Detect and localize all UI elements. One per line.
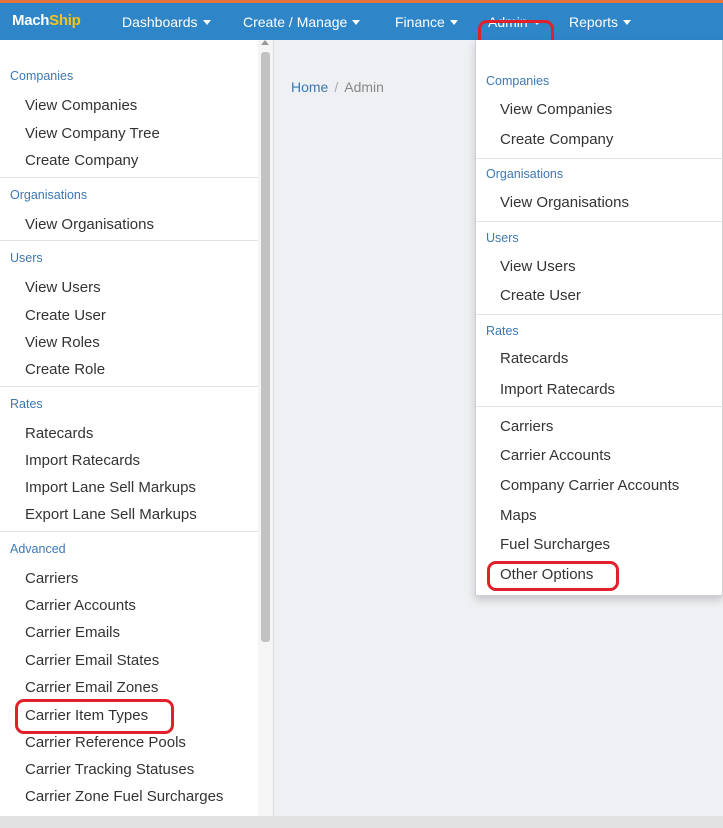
dropdown-divider — [476, 221, 723, 222]
caret-down-icon — [202, 20, 211, 25]
nav-create-manage-label: Create / Manage — [243, 14, 348, 30]
sidebar-item-carrier-emails[interactable]: Carrier Emails — [0, 624, 120, 641]
sidebar-heading-companies: Companies — [10, 69, 74, 83]
highlight-ring-carrier-item-types — [15, 699, 174, 734]
dropdown-heading-users: Users — [486, 231, 519, 245]
sidebar-divider — [0, 177, 258, 178]
dropdown-item-import-ratecards[interactable]: Import Ratecards — [500, 381, 615, 398]
sidebar-item-view-companies[interactable]: View Companies — [0, 97, 137, 114]
dropdown-divider — [476, 406, 723, 407]
sidebar-item-view-users[interactable]: View Users — [0, 279, 101, 296]
sidebar-item-carrier-email-zones[interactable]: Carrier Email Zones — [0, 679, 158, 696]
scroll-up-arrow-icon[interactable] — [261, 40, 269, 45]
sidebar-item-view-organisations[interactable]: View Organisations — [0, 216, 154, 233]
sidebar-divider — [0, 386, 258, 387]
sidebar-heading-advanced: Advanced — [10, 542, 66, 556]
sidebar-scrollbar-thumb[interactable] — [261, 52, 270, 642]
brand-logo-part1: Mach — [12, 12, 50, 29]
dropdown-item-carrier-accounts[interactable]: Carrier Accounts — [500, 447, 611, 464]
sidebar-divider — [0, 240, 258, 241]
breadcrumb-separator: / — [334, 79, 339, 95]
nav-create-manage[interactable]: Create / Manage — [243, 14, 361, 30]
dropdown-divider — [476, 158, 723, 159]
highlight-ring-other-options — [487, 561, 619, 591]
sidebar-divider — [0, 531, 258, 532]
sidebar-item-create-company[interactable]: Create Company — [0, 152, 138, 169]
breadcrumb: Home / Admin — [291, 79, 384, 95]
dropdown-heading-rates: Rates — [486, 324, 519, 338]
dropdown-item-create-user[interactable]: Create User — [500, 287, 581, 304]
caret-down-icon — [352, 20, 361, 25]
nav-finance[interactable]: Finance — [395, 14, 458, 30]
nav-dashboards-label: Dashboards — [122, 14, 198, 30]
caret-down-icon — [623, 20, 632, 25]
sidebar-item-carriers[interactable]: Carriers — [0, 570, 78, 587]
nav-finance-label: Finance — [395, 14, 445, 30]
sidebar-item-view-company-tree[interactable]: View Company Tree — [0, 125, 160, 142]
sidebar-item-carrier-accounts[interactable]: Carrier Accounts — [0, 597, 136, 614]
sidebar-heading-users: Users — [10, 251, 43, 265]
dropdown-item-company-carrier-accounts[interactable]: Company Carrier Accounts — [500, 477, 679, 494]
dropdown-heading-companies: Companies — [486, 74, 550, 88]
sidebar-scrollbar[interactable] — [258, 40, 274, 816]
brand-logo-part2: Ship — [49, 12, 81, 29]
sidebar-item-create-role[interactable]: Create Role — [0, 361, 105, 378]
dropdown-item-view-companies[interactable]: View Companies — [500, 101, 612, 118]
sidebar-item-carrier-reference-pools[interactable]: Carrier Reference Pools — [0, 734, 186, 751]
sidebar-item-view-roles[interactable]: View Roles — [0, 334, 100, 351]
dropdown-item-create-company[interactable]: Create Company — [500, 131, 613, 148]
horizontal-scrollbar[interactable] — [0, 816, 723, 828]
sidebar-item-carrier-tracking-statuses[interactable]: Carrier Tracking Statuses — [0, 761, 194, 778]
dropdown-heading-organisations: Organisations — [486, 167, 564, 181]
sidebar-item-create-user[interactable]: Create User — [0, 307, 106, 324]
sidebar-heading-rates: Rates — [10, 397, 43, 411]
nav-reports-label: Reports — [569, 14, 619, 30]
sidebar-item-ratecards[interactable]: Ratecards — [0, 425, 93, 442]
dropdown-item-maps[interactable]: Maps — [500, 507, 537, 524]
dropdown-item-ratecards[interactable]: Ratecards — [500, 350, 568, 367]
dropdown-item-carriers[interactable]: Carriers — [500, 418, 553, 435]
dropdown-item-view-organisations[interactable]: View Organisations — [500, 194, 629, 211]
top-navbar: MachShip Dashboards Create / Manage Fina… — [0, 0, 723, 40]
caret-down-icon — [449, 20, 458, 25]
sidebar-item-carrier-email-states[interactable]: Carrier Email States — [0, 652, 159, 669]
sidebar-heading-organisations: Organisations — [10, 188, 88, 202]
admin-dropdown-menu: Companies View Companies Create Company … — [475, 40, 723, 596]
dropdown-divider — [476, 314, 723, 315]
sidebar-item-import-lane-sell-markups[interactable]: Import Lane Sell Markups — [0, 479, 196, 496]
breadcrumb-current: Admin — [344, 79, 384, 95]
dropdown-item-fuel-surcharges[interactable]: Fuel Surcharges — [500, 536, 610, 553]
brand-logo[interactable]: MachShip — [12, 12, 81, 29]
dropdown-item-view-users[interactable]: View Users — [500, 258, 576, 275]
sidebar-item-export-lane-sell-markups[interactable]: Export Lane Sell Markups — [0, 506, 197, 523]
nav-dashboards[interactable]: Dashboards — [122, 14, 211, 30]
nav-reports[interactable]: Reports — [569, 14, 632, 30]
sidebar-item-import-ratecards[interactable]: Import Ratecards — [0, 452, 140, 469]
breadcrumb-home[interactable]: Home — [291, 79, 328, 95]
sidebar-item-carrier-zone-fuel-surcharges[interactable]: Carrier Zone Fuel Surcharges — [0, 788, 223, 805]
